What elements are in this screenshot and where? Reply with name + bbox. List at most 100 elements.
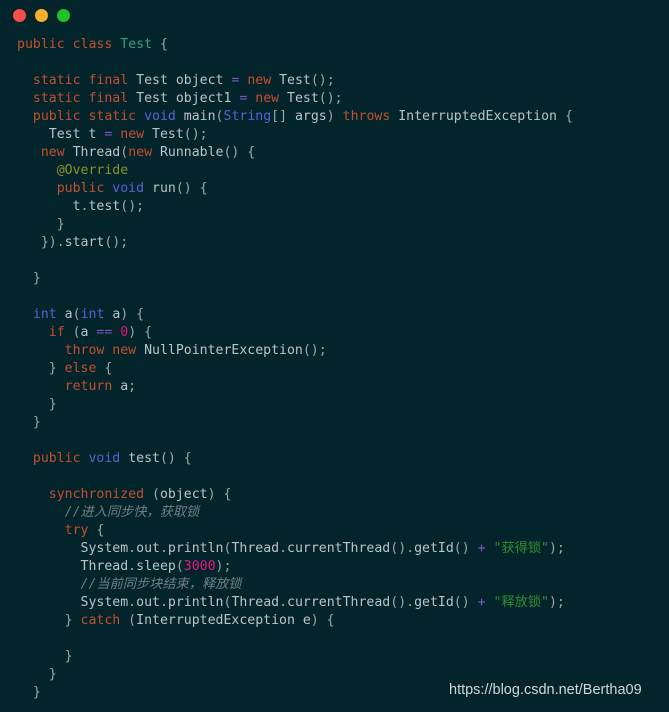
code-token-id: test — [120, 451, 160, 466]
code-line: //进入同步快，获取锁 — [17, 504, 669, 522]
code-token-kw: public — [32, 109, 81, 124]
code-token-kw: new — [112, 343, 137, 358]
code-token-id: out — [136, 541, 160, 556]
code-token-kw: new — [247, 73, 272, 88]
code-line: } — [17, 216, 669, 234]
code-token-pun — [17, 487, 49, 502]
code-token-pun: }). — [17, 235, 65, 250]
code-token-pun — [136, 109, 144, 124]
code-token-kw: synchronized — [48, 487, 145, 502]
code-token-id: getId — [414, 541, 454, 556]
code-token-id: Test — [144, 127, 184, 142]
code-token-id: Test object1 — [136, 91, 240, 106]
code-token-id: Test — [271, 73, 311, 88]
code-token-pun — [17, 505, 65, 520]
code-token-id: Thread — [231, 595, 280, 610]
code-token-kw: static — [32, 91, 81, 106]
code-line: } — [17, 414, 669, 432]
code-token-pun — [486, 595, 494, 610]
code-token-pun — [17, 109, 33, 124]
code-token-kw: catch — [80, 613, 121, 628]
code-token-kw: if — [48, 325, 65, 340]
code-token-id: t — [72, 199, 81, 214]
code-line: @Override — [17, 162, 669, 180]
code-block[interactable]: public class Test { static final Test ob… — [17, 36, 669, 702]
code-token-id: a — [80, 325, 97, 340]
code-token-cmt: //进入同步快，获取锁 — [64, 505, 200, 520]
code-token-id: println — [167, 541, 224, 556]
code-token-pun — [17, 199, 73, 214]
code-token-str: "获得锁" — [493, 541, 549, 556]
code-token-pun: ( — [175, 559, 184, 574]
minimize-window-button[interactable] — [35, 8, 48, 22]
code-token-pun: ( — [72, 307, 81, 322]
code-token-pun: (); — [104, 235, 129, 250]
code-token-pun — [17, 163, 57, 178]
code-editor-window: public class Test { static final Test ob… — [0, 0, 669, 712]
code-token-cmt: //当前同步块结束，释放锁 — [80, 577, 242, 592]
code-token-kw: else — [64, 361, 97, 376]
code-token-id: object — [159, 487, 208, 502]
code-token-pun: ); — [548, 595, 565, 610]
code-token-pun: . — [128, 559, 137, 574]
code-token-pun: . — [128, 541, 137, 556]
code-token-pun — [17, 91, 33, 106]
code-token-id: InterruptedException — [390, 109, 557, 124]
code-token-id: Thread — [64, 145, 121, 160]
code-token-id: currentThread — [287, 595, 391, 610]
code-token-pun — [17, 577, 81, 592]
code-token-pun: } — [17, 667, 57, 682]
code-token-pun: } — [17, 415, 41, 430]
code-line: static final Test object = new Test(); — [17, 72, 669, 90]
code-token-kw: public — [32, 451, 81, 466]
close-window-button[interactable] — [13, 8, 26, 22]
code-token-typ: int — [80, 307, 105, 322]
code-token-pun: (); — [302, 343, 327, 358]
code-token-pun: ( — [144, 487, 160, 502]
code-token-op: + — [477, 595, 486, 610]
code-token-pun: ); — [548, 541, 565, 556]
code-token-pun: (); — [318, 91, 343, 106]
code-token-pun: () { — [223, 145, 256, 160]
code-line: } — [17, 648, 669, 666]
code-line: if (a == 0) { — [17, 324, 669, 342]
code-token-id: currentThread — [287, 541, 391, 556]
code-token-pun — [17, 379, 65, 394]
code-line: } else { — [17, 360, 669, 378]
code-token-pun: ) { — [310, 613, 335, 628]
code-token-kw: new — [40, 145, 65, 160]
code-token-pun: ) — [326, 109, 343, 124]
code-token-kw: static — [88, 109, 137, 124]
code-token-id: run — [144, 181, 176, 196]
code-token-id: NullPointerException — [136, 343, 303, 358]
code-line: //当前同步块结束，释放锁 — [17, 576, 669, 594]
code-token-pun — [17, 127, 49, 142]
code-line: throw new NullPointerException(); — [17, 342, 669, 360]
code-token-id: getId — [414, 595, 454, 610]
code-token-id: Thread — [231, 541, 280, 556]
code-token-id: sleep — [136, 559, 176, 574]
code-token-pun: . — [159, 595, 168, 610]
window-titlebar — [0, 0, 669, 30]
code-token-pun: { — [88, 523, 105, 538]
code-token-pun: ( — [120, 613, 137, 628]
code-token-pun — [17, 325, 49, 340]
code-token-pun: ( — [64, 325, 81, 340]
code-token-pun — [17, 595, 81, 610]
code-token-pun: } — [17, 685, 41, 700]
maximize-window-button[interactable] — [57, 8, 70, 22]
code-token-kw: public — [56, 181, 105, 196]
code-token-typ: void — [144, 109, 176, 124]
code-line: public class Test { — [17, 36, 669, 54]
code-token-pun: . — [279, 541, 288, 556]
code-line: }).start(); — [17, 234, 669, 252]
code-line: } catch (InterruptedException e) { — [17, 612, 669, 630]
code-token-kw: new — [255, 91, 280, 106]
code-token-kw: public — [17, 37, 65, 52]
code-token-num: 3000 — [183, 559, 216, 574]
code-token-pun — [17, 559, 81, 574]
code-token-pun: (); — [183, 127, 208, 142]
watermark-text: https://blog.csdn.net/Bertha09 — [449, 682, 642, 698]
code-line: new Thread(new Runnable() { — [17, 144, 669, 162]
